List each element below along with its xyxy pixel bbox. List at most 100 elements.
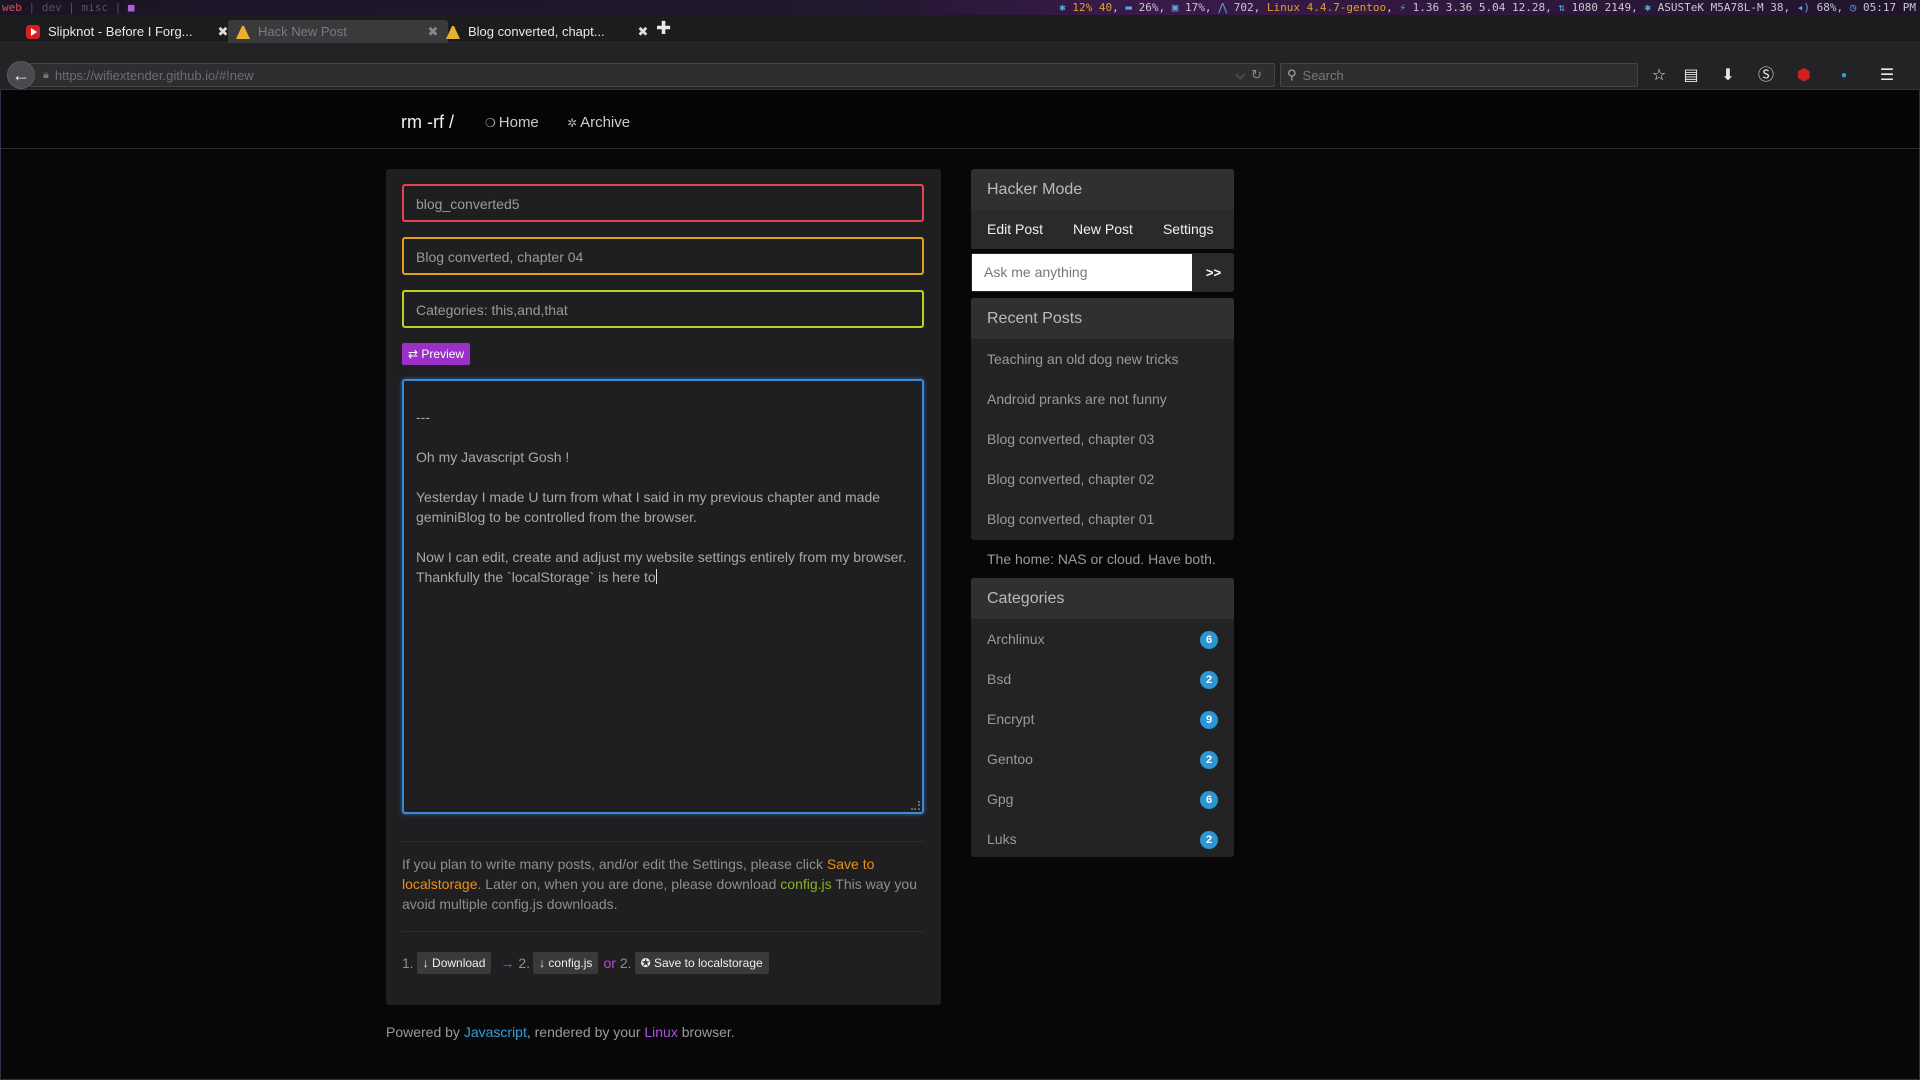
site-footer: Powered by Javascript, rendered by your … [386, 1024, 735, 1040]
new-post-button[interactable]: New Post [1057, 210, 1147, 249]
download-icon[interactable]: ⬇ [1717, 65, 1739, 87]
nav-archive[interactable]: ✲ Archive [567, 114, 630, 131]
footer-p3: browser. [677, 1024, 735, 1040]
cpu-readout: 12% 40 [1072, 1, 1113, 14]
count-badge: 9 [1200, 711, 1218, 729]
category-item[interactable]: Gpg 6 [971, 779, 1234, 819]
footer-p1: Powered by [386, 1024, 464, 1040]
volume-icon: ◂) [1796, 1, 1811, 14]
config-js-button[interactable]: ↓ config.js [533, 952, 599, 974]
bookmark-star-icon[interactable]: ☆ [1648, 65, 1670, 87]
nav-home[interactable]: ❍ Home [485, 114, 539, 131]
post-body-textarea[interactable]: --- Oh my Javascript Gosh ! Yesterday I … [402, 379, 924, 814]
back-arrow-icon: ← [12, 65, 30, 85]
net-icon: ⇅ [1558, 1, 1565, 14]
divider [402, 841, 924, 842]
recent-post-link[interactable]: Blog converted, chapter 03 [971, 419, 1234, 459]
page-content: rm -rf / ❍ Home ✲ Archive blog_converted5 … [0, 89, 1920, 1080]
text-caret [655, 569, 657, 584]
browser-tab-bar: Slipknot - Before I Forg... ✖ Hack New P… [0, 15, 1920, 43]
action-row: 1. ↓ Download → 2. ↓ config.js or 2. ✪ S… [402, 952, 774, 974]
info-part1: If you plan to write many posts, and/or … [402, 856, 827, 872]
nav-home-label: Home [498, 114, 539, 131]
count-badge: 6 [1200, 791, 1218, 809]
footer-javascript-link[interactable]: Javascript [464, 1024, 527, 1040]
recent-post-link[interactable]: Blog converted, chapter 01 [971, 499, 1234, 539]
category-item[interactable]: Archlinux 6 [971, 619, 1234, 659]
search-placeholder: Search [1302, 67, 1344, 83]
title-field[interactable]: Blog converted, chapter 04 [402, 237, 924, 275]
download-button[interactable]: ↓ Download [416, 952, 492, 974]
settings-button[interactable]: Settings [1147, 210, 1228, 249]
step-two-b: 2. [619, 955, 632, 971]
ask-input[interactable]: Ask me anything [972, 254, 1192, 291]
footer-p2: , rendered by your [526, 1024, 645, 1040]
category-item[interactable]: Bsd 2 [971, 659, 1234, 699]
step-two: 2. [518, 955, 531, 971]
category-item[interactable]: Encrypt 9 [971, 699, 1234, 739]
load-icon: ⚡ [1399, 1, 1406, 14]
reading-list-icon[interactable]: ▤ [1680, 65, 1702, 87]
new-tab-icon[interactable]: ✚ [656, 18, 671, 39]
nav-archive-label: Archive [580, 114, 631, 131]
workspace-list[interactable]: web | dev | misc | ■ [2, 0, 134, 15]
site-brand[interactable]: rm -rf / [401, 112, 454, 133]
ask-submit-button[interactable]: >> [1193, 253, 1234, 292]
config-js-link[interactable]: config.js [780, 876, 831, 892]
workspace-others[interactable]: | dev | misc | [29, 1, 122, 14]
recent-post-link[interactable]: Android pranks are not funny [971, 379, 1234, 419]
tab-label: Slipknot - Before I Forg... [48, 24, 193, 39]
tab-label: Hack New Post [258, 24, 347, 39]
search-icon: ⚲ [1287, 67, 1297, 82]
mem-readout: 26% [1138, 1, 1159, 14]
sync-icon[interactable]: Ⓢ [1755, 65, 1777, 87]
ublock-icon[interactable]: ⬢ [1793, 65, 1815, 87]
resize-grip-icon[interactable] [911, 801, 920, 810]
footer-linux-link[interactable]: Linux [644, 1024, 677, 1040]
board-readout: ASUSTeK M5A78L-M 38 [1657, 1, 1784, 14]
kernel-readout: Linux 4.4.7-gentoo [1266, 1, 1387, 14]
recent-posts-panel: Recent Posts Teaching an old dog new tri… [971, 298, 1234, 567]
preview-button[interactable]: ⇄ Preview [402, 343, 471, 365]
dropdown-icon[interactable]: ⌵ [1235, 67, 1251, 82]
hacker-mode-panel: Hacker Mode Edit Post New Post Settings [971, 169, 1234, 249]
volume-readout: 68% [1816, 1, 1837, 14]
post-body-text: --- Oh my Javascript Gosh ! Yesterday I … [416, 409, 907, 585]
category-item[interactable]: Luks 2 [971, 819, 1234, 859]
count-badge: 2 [1200, 671, 1218, 689]
save-localstorage-button[interactable]: ✪ Save to localstorage [634, 952, 769, 974]
cpu-icon: ✱ [1059, 1, 1066, 14]
menu-icon[interactable]: ☰ [1876, 65, 1898, 87]
search-input[interactable]: ⚲ Search [1280, 63, 1638, 87]
editor-panel: blog_converted5 Blog converted, chapter … [386, 169, 941, 1005]
recent-post-link[interactable]: Blog converted, chapter 02 [971, 459, 1234, 499]
workspace-active[interactable]: web [2, 1, 22, 14]
tab-blog-converted[interactable]: Blog converted, chapt... ✖ [438, 20, 658, 43]
or-text: or [603, 955, 616, 971]
tab-hack-new-post[interactable]: Hack New Post ✖ [228, 20, 448, 43]
close-icon[interactable]: ✖ [636, 24, 650, 40]
categories-panel: Categories Archlinux 6 Bsd 2 Encrypt 9 Gent… [971, 578, 1234, 857]
categories-field[interactable]: Categories: this,and,that [402, 290, 924, 328]
arrow-icon: → [500, 955, 515, 971]
recent-post-link[interactable]: Teaching an old dog new tricks [971, 339, 1234, 379]
hacker-mode-tabs: Edit Post New Post Settings [971, 210, 1234, 249]
recent-post-link[interactable]: The home: NAS or cloud. Have both. [971, 539, 1234, 579]
board-icon: ✱ [1644, 1, 1652, 14]
tab-slipknot[interactable]: Slipknot - Before I Forg... ✖ [18, 20, 238, 43]
disk-icon: ▣ [1171, 1, 1179, 14]
category-item[interactable]: Gentoo 2 [971, 739, 1234, 779]
ask-search-group: Ask me anything >> [971, 253, 1234, 292]
slug-field[interactable]: blog_converted5 [402, 184, 924, 222]
youtube-icon [26, 24, 40, 39]
edit-post-button[interactable]: Edit Post [971, 210, 1057, 249]
reload-icon[interactable]: ↻ [1251, 67, 1268, 82]
status-readouts: ✱ 12% 40, ▬ 26%, ▣ 17%, ⋀ 702, Linux 4.4… [1059, 1, 1916, 14]
category-name: Encrypt [987, 711, 1035, 727]
extension-dot-icon[interactable]: ● [1833, 65, 1855, 87]
url-text[interactable]: https://wifiextender.github.io/#!new [55, 68, 1235, 83]
url-bar[interactable]: 🔒︎ https://wifiextender.github.io/#!new … [30, 63, 1275, 87]
recent-posts-list: Teaching an old dog new tricks Android p… [971, 339, 1234, 579]
back-button[interactable]: ← [7, 61, 35, 89]
mem-icon: ▬ [1125, 1, 1132, 14]
